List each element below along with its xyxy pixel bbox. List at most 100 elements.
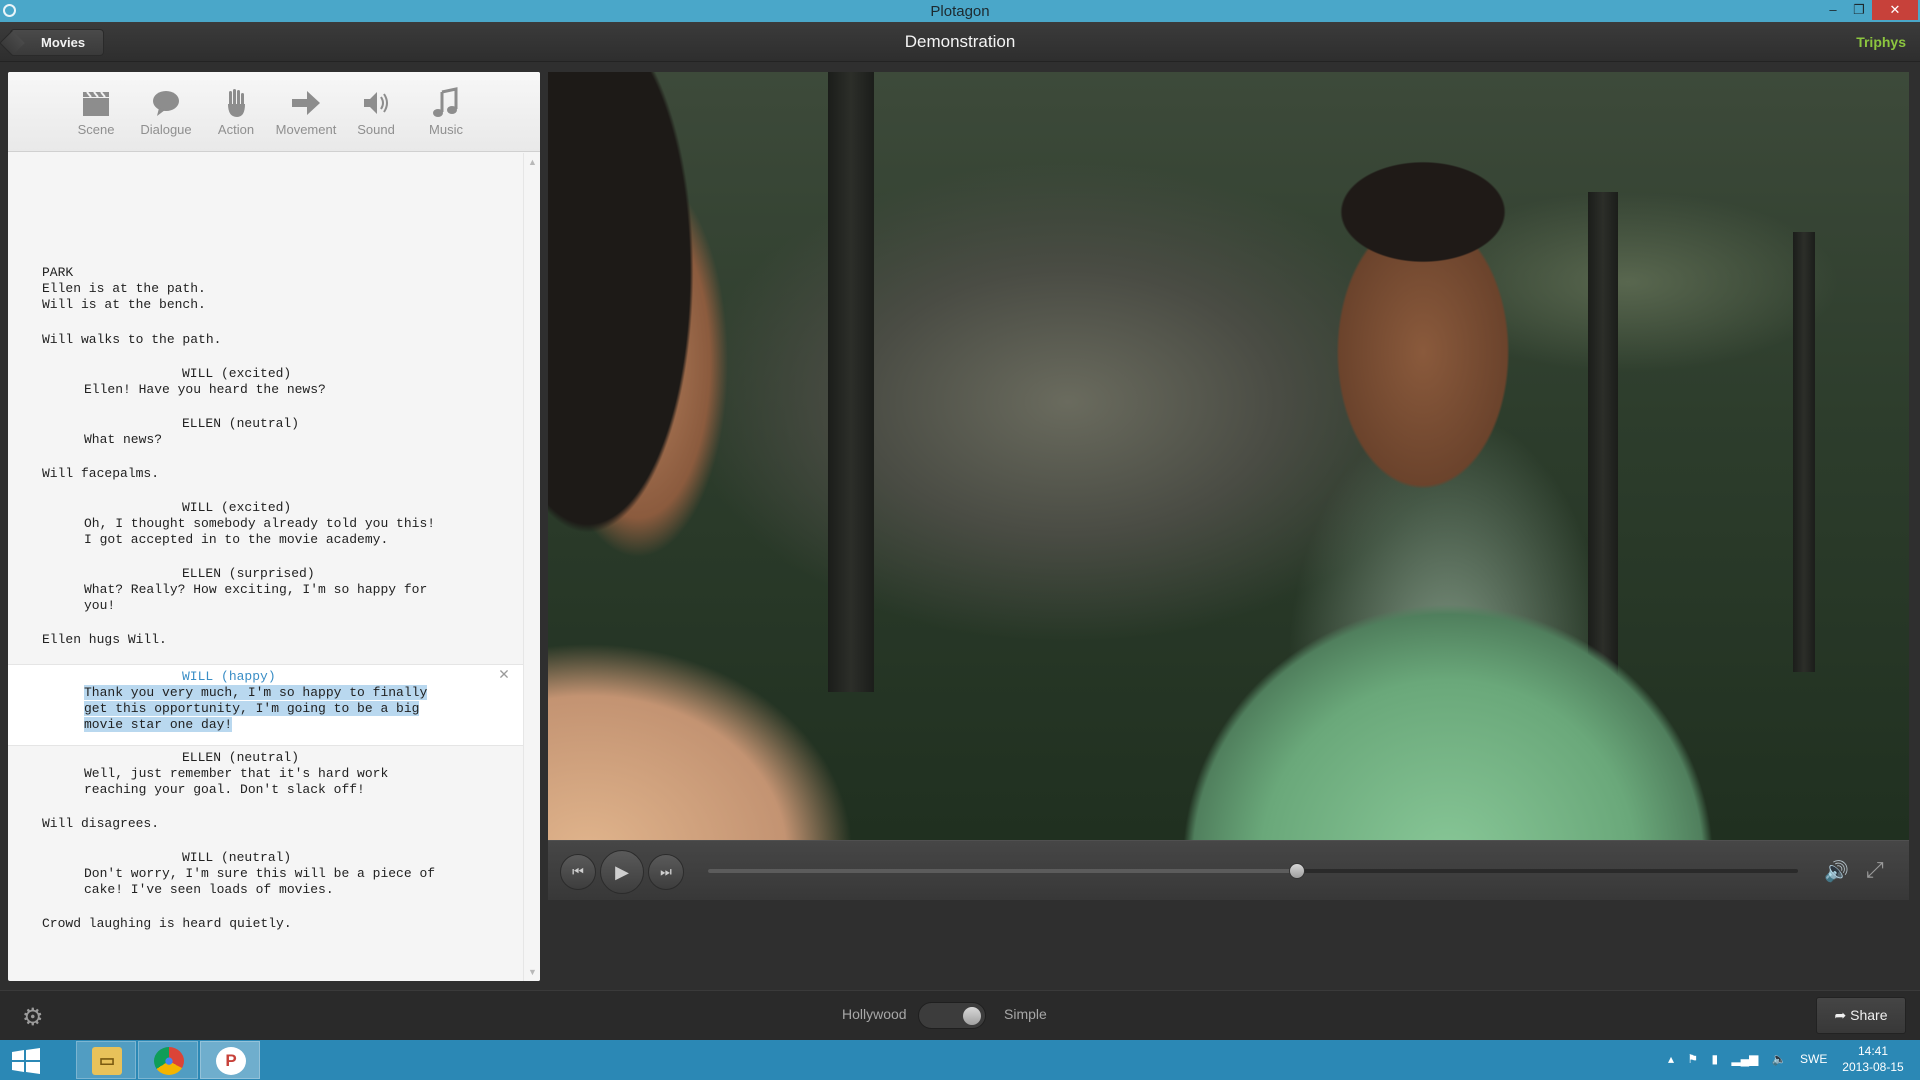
character-cue[interactable]: WILL (neutral) [182,850,291,866]
toolbar-action-label: Action [217,122,255,137]
tray-expand-icon[interactable]: ▴ [1668,1052,1674,1066]
seek-bar-fill [708,869,1297,873]
script-line[interactable]: Will walks to the path. [42,332,221,348]
script-line[interactable]: Ellen is at the path. [42,281,206,297]
player-controls: ⏮ ▶ ⏭ 🔊 ⤢ [548,840,1909,900]
emotion-link[interactable]: happy [229,669,268,684]
restore-button[interactable]: ❐ [1846,0,1872,20]
character-cue[interactable]: WILL (excited) [182,500,291,516]
scene-heading[interactable]: PARK [42,265,73,281]
window-titlebar: Plotagon – ❐ ✕ [0,0,1920,22]
taskbar-chrome[interactable]: ● [138,1041,198,1079]
folder-icon: ▭ [92,1047,122,1075]
clock-time: 14:41 [1857,1044,1889,1058]
speaker-icon [342,86,410,120]
gear-icon[interactable]: ⚙ [22,1003,44,1032]
arrow-right-icon [272,86,340,120]
character-name: WILL ( [182,669,229,684]
user-link[interactable]: Triphys [1856,34,1906,50]
dialogue-line-selected[interactable]: movie star one day! [84,717,233,733]
dialogue-line-selected[interactable]: Thank you very much, I'm so happy to fin… [84,685,428,701]
chrome-icon: ● [154,1047,184,1075]
flag-icon[interactable]: ⚑ [1687,1052,1698,1066]
taskbar-plotagon[interactable]: P [200,1041,260,1079]
close-button[interactable]: ✕ [1872,0,1918,20]
skip-back-icon[interactable]: ⏮ [560,854,596,890]
character-cue[interactable]: ELLEN (neutral) [182,750,299,766]
share-label: Share [1850,1007,1888,1023]
volume-icon[interactable]: 🔊 [1824,859,1849,884]
language-indicator[interactable]: SWE [1800,1052,1827,1066]
toolbar-action-button[interactable]: Action [202,86,270,137]
character-cue-close: ) [267,669,276,684]
clapperboard-icon [62,86,130,120]
dialogue-line[interactable]: reaching your goal. Don't slack off! [84,782,365,798]
minimize-button[interactable]: – [1820,0,1846,20]
script-panel: Scene Dialogue Action Movement Sound Mus… [8,72,540,981]
script-editor[interactable]: PARK Ellen is at the path. Will is at th… [8,153,523,981]
skip-forward-icon[interactable]: ⏭ [648,854,684,890]
mode-hollywood-label[interactable]: Hollywood [842,1006,907,1022]
signal-icon[interactable]: ▂▄▆ [1731,1052,1758,1066]
speech-bubble-icon [132,86,200,120]
selected-text[interactable]: Thank you very much, I'm so happy to fin… [84,685,428,700]
dialogue-line[interactable]: cake! I've seen loads of movies. [84,882,334,898]
script-line[interactable]: Will is at the bench. [42,297,206,313]
battery-icon[interactable]: ▮ [1711,1052,1718,1066]
script-scrollbar[interactable]: ▲ ▼ [523,153,540,981]
clock[interactable]: 14:41 2013-08-15 [1832,1043,1914,1075]
selected-text[interactable]: movie star one day! [84,717,233,732]
dialogue-line[interactable]: Oh, I thought somebody already told you … [84,516,435,532]
dialogue-line[interactable]: Don't worry, I'm sure this will be a pie… [84,866,435,882]
scroll-up-icon[interactable]: ▲ [528,157,537,167]
script-line[interactable]: Ellen hugs Will. [42,632,167,648]
project-title: Demonstration [904,32,1016,51]
toolbar-movement-button[interactable]: Movement [272,86,340,137]
script-toolbar: Scene Dialogue Action Movement Sound Mus… [8,72,540,152]
taskbar: ▭ ● P ▴ ⚑ ▮ ▂▄▆ 🔈 SWE 14:41 2013-08-15 [0,1040,1920,1080]
system-tray: ▴ ⚑ ▮ ▂▄▆ 🔈 SWE [1668,1052,1837,1066]
dialogue-line[interactable]: Well, just remember that it's hard work [84,766,388,782]
video-preview[interactable] [548,72,1909,840]
taskbar-explorer[interactable]: ▭ [76,1041,136,1079]
toolbar-movement-label: Movement [275,122,337,137]
character-cue-selected[interactable]: WILL (happy) [182,669,276,685]
seek-thumb[interactable] [1288,863,1305,879]
play-icon[interactable]: ▶ [600,850,644,894]
seek-bar[interactable] [708,863,1798,879]
toolbar-sound-button[interactable]: Sound [342,86,410,137]
fullscreen-icon[interactable]: ⤢ [1866,857,1884,883]
dialogue-line[interactable]: What? Really? How exciting, I'm so happy… [84,582,427,598]
share-arrow-icon: ➦ [1834,1007,1851,1023]
dialogue-line[interactable]: I got accepted in to the movie academy. [84,532,388,548]
mode-simple-label[interactable]: Simple [1004,1006,1047,1022]
window-title: Plotagon [930,3,990,20]
script-line[interactable]: Will disagrees. [42,816,159,832]
remove-line-icon[interactable]: ✕ [496,667,512,684]
character-will-hair [1303,132,1543,272]
toolbar-music-label: Music [429,122,463,137]
mode-toggle-knob [963,1007,981,1025]
dialogue-line[interactable]: What news? [84,432,162,448]
script-line[interactable]: Will facepalms. [42,466,159,482]
windows-start-icon[interactable] [10,1048,42,1074]
dialogue-line[interactable]: you! [84,598,115,614]
hand-icon [202,86,270,120]
volume-tray-icon[interactable]: 🔈 [1772,1052,1787,1066]
toolbar-dialogue-button[interactable]: Dialogue [132,86,200,137]
toolbar-music-button[interactable]: Music [412,86,480,137]
selected-text[interactable]: get this opportunity, I'm going to be a … [84,701,420,716]
character-ellen-hair [548,72,808,840]
character-cue[interactable]: ELLEN (neutral) [182,416,299,432]
character-cue[interactable]: WILL (excited) [182,366,291,382]
dialogue-line-selected[interactable]: get this opportunity, I'm going to be a … [84,701,420,717]
toolbar-scene-label: Scene [77,122,115,137]
share-button[interactable]: ➦ Share [1816,997,1906,1034]
scroll-down-icon[interactable]: ▼ [528,967,537,977]
character-cue[interactable]: ELLEN (surprised) [182,566,315,582]
dialogue-line[interactable]: Ellen! Have you heard the news? [84,382,326,398]
toolbar-scene-button[interactable]: Scene [62,86,130,137]
mode-toggle[interactable] [918,1002,986,1029]
script-line[interactable]: Crowd laughing is heard quietly. [42,916,292,932]
clock-date: 2013-08-15 [1842,1060,1904,1074]
